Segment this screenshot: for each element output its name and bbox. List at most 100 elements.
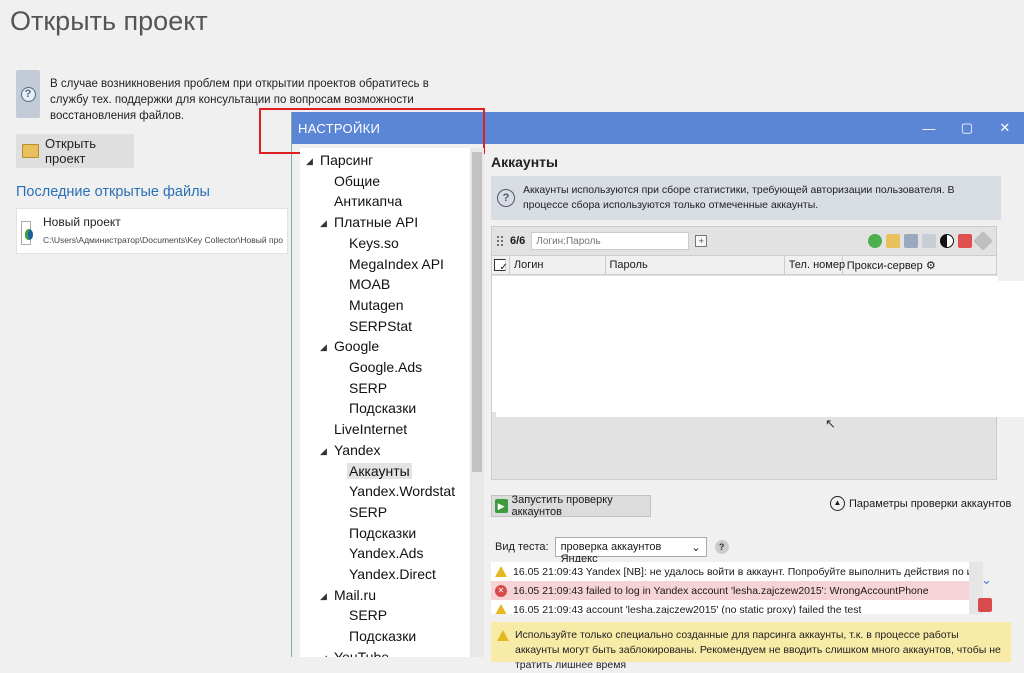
add-account-icon[interactable] xyxy=(868,234,882,248)
expand-arrow-icon[interactable]: ◢ xyxy=(320,218,327,229)
log-row-text: 16.05 21:09:43 Yandex [NB]: не удалось в… xyxy=(513,565,969,578)
tree-item[interactable]: MegaIndex API xyxy=(349,256,444,272)
accounts-title: Аккаунты xyxy=(491,154,558,170)
column-proxy[interactable]: Прокси-сервер ⚙ xyxy=(843,256,996,274)
tree-item[interactable]: ◢ YouTube xyxy=(320,649,389,657)
check-params-toggle[interactable]: ▲ Параметры проверки аккаунтов xyxy=(830,496,1011,511)
tree-item[interactable]: Google.Ads xyxy=(349,359,422,375)
tree-item-label: Подсказки xyxy=(349,400,417,417)
folder-icon xyxy=(22,144,39,158)
delete-icon[interactable] xyxy=(958,234,972,248)
accounts-count: 6/6 xyxy=(510,235,526,247)
log-row[interactable]: 16.05 21:09:43 account 'lesha.zajczew201… xyxy=(491,600,969,614)
tree-item[interactable]: Аккаунты xyxy=(347,462,412,479)
help-icon[interactable]: ? xyxy=(714,540,729,554)
tree-item[interactable]: SERP xyxy=(349,380,387,396)
page-title: Открыть проект xyxy=(10,6,208,36)
chevron-down-icon: ⌄ xyxy=(691,542,701,554)
expand-arrow-icon[interactable]: ◢ xyxy=(320,446,327,457)
tree-scrollbar-thumb[interactable] xyxy=(472,152,482,472)
log-row[interactable]: ✕ 16.05 21:09:43 failed to log in Yandex … xyxy=(491,581,969,600)
tree-item-label: LiveInternet xyxy=(334,421,408,438)
tree-item-label: Yandex.Ads xyxy=(349,545,424,562)
scroll-down-icon[interactable]: ⌄ xyxy=(981,572,992,588)
folder-open-icon[interactable] xyxy=(886,234,900,248)
tree-item[interactable]: SERP xyxy=(349,504,387,520)
project-file-icon xyxy=(21,221,33,245)
expand-arrow-icon[interactable]: ◢ xyxy=(320,342,327,353)
column-login[interactable]: Логин xyxy=(510,256,606,274)
close-button[interactable]: ✕ xyxy=(986,112,1024,144)
column-phone[interactable]: Тел. номер xyxy=(785,256,845,274)
tree-item[interactable]: MOAB xyxy=(349,276,390,292)
maximize-button[interactable]: ▢ xyxy=(948,112,986,144)
tree-item[interactable]: Антикапча xyxy=(334,193,402,209)
tree-item[interactable]: ◢ Mail.ru xyxy=(320,587,376,603)
tree-item[interactable]: ◢ Yandex xyxy=(320,442,380,458)
tree-item-label: SERP xyxy=(349,379,388,396)
tree-item[interactable]: SERP xyxy=(349,607,387,623)
log-list: 16.05 21:09:43 Yandex [NB]: не удалось в… xyxy=(491,562,969,614)
warning-icon xyxy=(497,630,509,641)
tree-scrollbar[interactable] xyxy=(470,148,484,657)
tree-item[interactable]: Подсказки xyxy=(349,400,416,416)
tree-item-label: Аккаунты xyxy=(349,462,410,479)
grid-header: ✓ Логин Пароль Тел. номер Прокси-сервер … xyxy=(492,255,996,275)
gear-icon[interactable]: ⚙ xyxy=(926,260,936,272)
recent-files-title: Последние открытые файлы xyxy=(16,184,210,200)
test-type-value: проверка аккаунтов Яндекс xyxy=(560,541,662,565)
login-password-input[interactable] xyxy=(531,232,690,250)
question-icon: ? xyxy=(16,70,40,118)
log-row[interactable]: 16.05 21:09:43 Yandex [NB]: не удалось в… xyxy=(491,562,969,581)
tree-item[interactable]: ◢ Платные API xyxy=(320,214,418,230)
tree-item[interactable]: Подсказки xyxy=(349,525,416,541)
tree-item[interactable]: Подсказки xyxy=(349,628,416,644)
clear-log-icon[interactable] xyxy=(978,598,992,612)
mouse-cursor-icon: ↖ xyxy=(825,416,836,431)
run-check-button[interactable]: ▶ Запустить проверку аккаунтов xyxy=(491,494,651,518)
tree-item-label: Google.Ads xyxy=(349,359,423,375)
tree-item-label: Google xyxy=(334,338,380,355)
open-project-button[interactable]: Открыть проект xyxy=(16,134,134,168)
tree-item[interactable]: LiveInternet xyxy=(334,421,407,437)
recent-file-item[interactable]: Новый проект C:\Users\Администратор\Docu… xyxy=(16,208,288,254)
tree-item[interactable]: Yandex.Direct xyxy=(349,566,436,582)
expand-arrow-icon[interactable]: ◢ xyxy=(320,591,327,602)
expand-arrow-icon[interactable]: ◢ xyxy=(320,653,327,657)
copy-icon[interactable] xyxy=(922,234,936,248)
add-login-button[interactable]: + xyxy=(695,235,708,247)
test-type-row: Вид теста: проверка аккаунтов Яндекс ⌄ ? xyxy=(495,537,729,565)
tree-item[interactable]: SERPStat xyxy=(349,318,412,334)
tree-item-label: Антикапча xyxy=(334,193,403,210)
tree-item[interactable]: ◢ Google xyxy=(320,338,380,355)
accounts-info: ? Аккаунты используются при сборе статис… xyxy=(491,176,1001,220)
grip-icon[interactable] xyxy=(496,235,504,247)
tree-item[interactable]: Mutagen xyxy=(349,297,403,313)
warning-text: Используйте только специально созданные … xyxy=(515,629,1001,671)
tree-item[interactable]: Yandex.Ads xyxy=(349,545,423,561)
test-type-select[interactable]: проверка аккаунтов Яндекс ⌄ xyxy=(554,537,707,565)
run-icon: ▶ xyxy=(495,499,508,513)
recent-file-name: Новый проект xyxy=(43,215,121,229)
minimize-button[interactable]: — xyxy=(910,112,948,144)
tree-item-label: Общие xyxy=(334,172,381,189)
tree-item-label: SERP xyxy=(349,607,388,624)
column-password[interactable]: Пароль xyxy=(606,256,785,274)
tree-item[interactable]: ◢ Парсинг xyxy=(306,152,373,168)
tree-item[interactable]: Keys.so xyxy=(349,235,399,251)
contrast-icon[interactable] xyxy=(940,234,954,248)
tree-item-label: MOAB xyxy=(349,276,391,293)
tree-item[interactable]: Yandex.Wordstat xyxy=(349,483,455,499)
expand-arrow-icon[interactable]: ◢ xyxy=(306,156,313,167)
recent-file-path: C:\Users\Администратор\Documents\Key Col… xyxy=(43,235,283,245)
tree-item[interactable]: Общие xyxy=(334,173,380,189)
column-proxy-label: Прокси-сервер xyxy=(846,260,923,272)
log-row-text: 16.05 21:09:43 failed to log in Yandex a… xyxy=(513,584,929,597)
tree-item-label: Keys.so xyxy=(349,234,399,251)
save-icon[interactable] xyxy=(904,234,918,248)
accounts-info-text: Аккаунты используются при сборе статисти… xyxy=(523,184,955,211)
select-all-checkbox[interactable]: ✓ xyxy=(494,259,508,273)
tree-item-label: Mutagen xyxy=(349,296,404,313)
eraser-icon[interactable] xyxy=(973,231,993,251)
warning-icon xyxy=(495,566,507,577)
